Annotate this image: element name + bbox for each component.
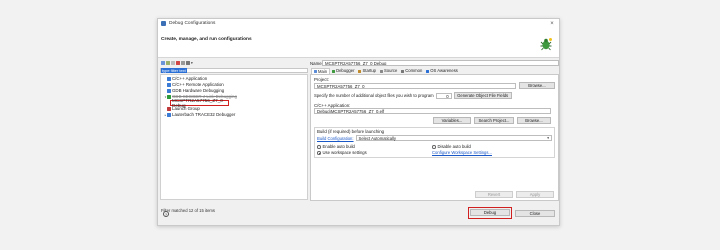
new-config-icon[interactable] [161,61,165,65]
banner: Create, manage, and run configurations [158,28,559,58]
tree-item-lauterbach[interactable]: ▸ Lauterbach TRACE32 Debugger [161,112,307,118]
generate-object-file-fields-button[interactable]: Generate Object File Fields [453,92,512,99]
tab-debugger[interactable]: Debugger [330,68,356,74]
configuration-editor: Name: MCSPTR2A57756_Z7_0 Debug Main Debu… [310,60,559,213]
help-icon[interactable]: ? [163,211,169,217]
main-tab-panel: Project: MCSPTR2A57756_Z7_0 Browse... Sp… [310,75,559,201]
banner-title: Create, manage, and run configurations [161,37,252,42]
close-button[interactable]: Close [515,210,555,217]
configuration-list-panel: ▾ type filter text C/C++ Application C/C… [160,60,308,213]
config-tabs: Main Debugger Startup Source Common OS A… [310,68,559,75]
disable-auto-build-radio[interactable]: Disable auto build [432,144,471,149]
name-label: Name: [310,60,323,66]
duplicate-icon[interactable] [166,61,170,65]
variables-button[interactable]: Variables... [433,117,471,124]
name-field[interactable]: MCSPTR2A57756_Z7_0 Debug [322,60,559,66]
debug-configurations-dialog: Debug Configurations × Create, manage, a… [157,18,560,226]
filter-placeholder: type filter text [161,68,187,73]
startup-tab-icon [358,69,362,73]
cpp-app-icon [167,77,171,81]
tab-main[interactable]: Main [311,68,331,74]
browse-application-button[interactable]: Browse... [517,117,551,124]
project-field[interactable]: MCSPTR2A57756_Z7_0 [314,82,516,89]
tab-os-awareness[interactable]: OS Awareness [424,68,460,74]
lauterbach-icon [167,113,171,117]
filter-icon[interactable] [186,61,190,65]
common-tab-icon [401,69,405,73]
filter-input[interactable]: type filter text [160,68,308,73]
menu-dropdown-icon[interactable]: ▾ [191,61,193,65]
additional-files-count[interactable]: 0 [435,92,452,99]
source-tab-icon [380,69,383,73]
browse-project-button[interactable]: Browse... [519,82,555,89]
use-workspace-settings-radio[interactable]: Use workspace settings [317,150,432,155]
gdb-hw-icon [167,89,171,93]
configure-workspace-settings-link[interactable]: Configure Workspace Settings... [432,150,492,155]
chevron-down-icon: ▾ [547,136,549,140]
revert-button[interactable]: Revert [475,191,513,198]
debug-bug-icon [540,38,552,51]
radio-icon [317,145,321,149]
debug-button-highlight: Debug [468,207,512,219]
dialog-footer: ? Debug Close [158,205,559,225]
tab-startup[interactable]: Startup [356,68,378,74]
application-field[interactable]: Debug\MCSPTR2A57756_Z7_0.elf [314,108,551,114]
radio-icon [432,145,436,149]
build-configuration-link[interactable]: Build Configuration: [317,136,354,141]
delete-icon[interactable] [176,61,180,65]
build-group: Build (if required) before launching Bui… [314,127,555,158]
search-project-button[interactable]: Search Project... [474,117,514,124]
os-awareness-tab-icon [426,69,430,73]
build-configuration-select[interactable]: Select Automatically ▾ [355,135,552,141]
apply-button[interactable]: Apply [516,191,554,198]
enable-auto-build-radio[interactable]: Enable auto build [317,144,432,149]
close-icon[interactable]: × [548,21,556,27]
debug-button[interactable]: Debug [470,209,510,216]
main-tab-icon [314,70,317,73]
app-icon [161,21,166,26]
launch-group-icon [167,107,171,111]
title-bar: Debug Configurations × [158,19,559,28]
configuration-toolbar: ▾ [160,60,308,66]
cpp-remote-icon [167,83,171,87]
build-group-label: Build (if required) before launching [317,129,385,134]
configuration-tree: C/C++ Application C/C++ Remote Applicati… [160,74,308,200]
tab-source[interactable]: Source [378,68,399,74]
segger-icon [167,95,171,99]
window-title: Debug Configurations [169,21,216,26]
tab-common[interactable]: Common [399,68,424,74]
debugger-tab-icon [332,69,336,73]
collapse-all-icon[interactable] [181,61,185,65]
additional-files-label: Specify the number of additional object … [314,93,434,98]
radio-selected-icon [317,151,321,155]
export-icon[interactable] [171,61,175,65]
